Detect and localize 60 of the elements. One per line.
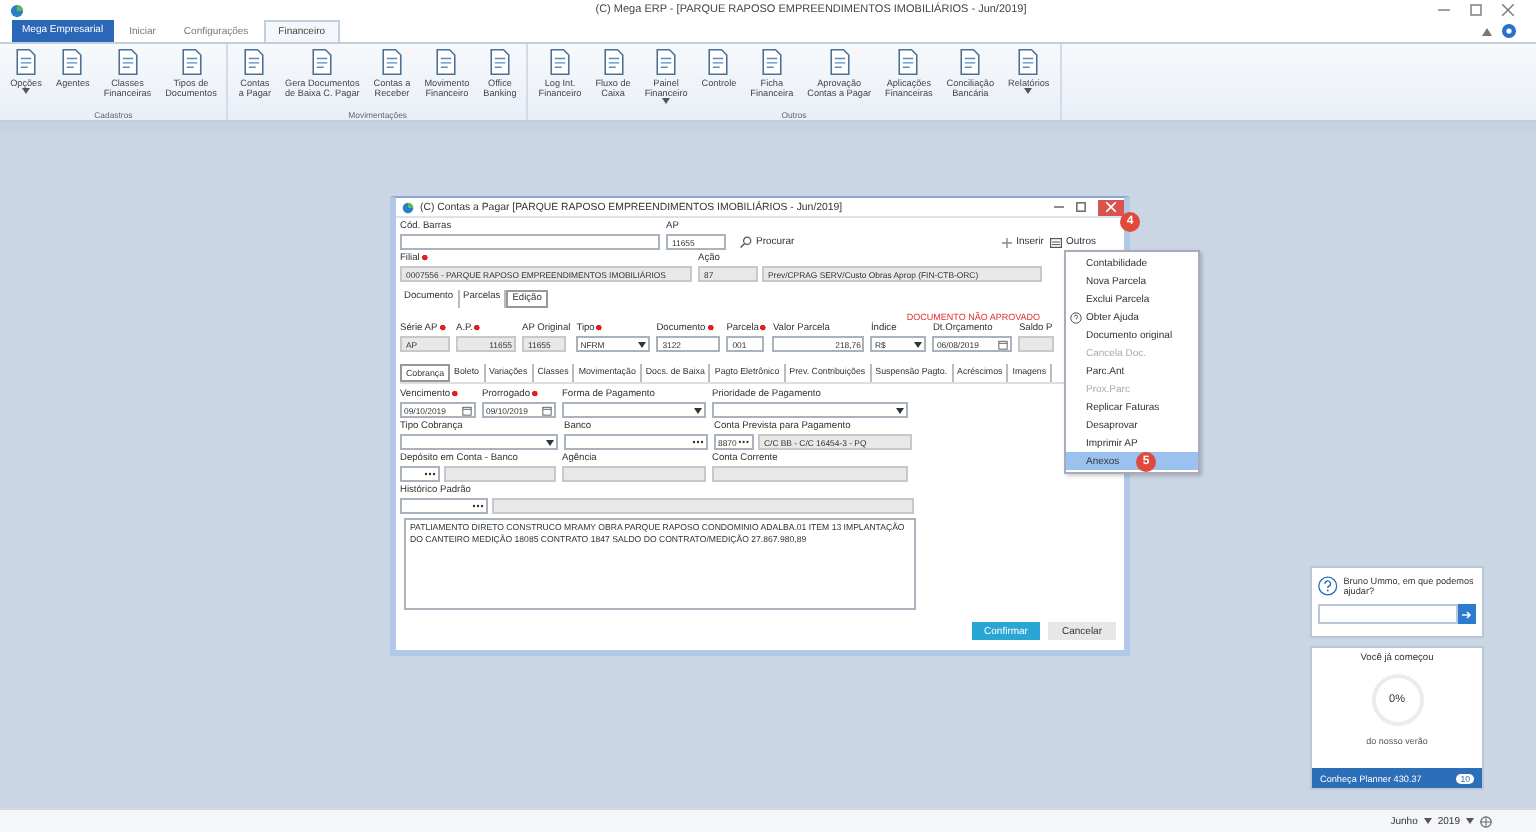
document-icon (432, 48, 461, 76)
dropdown-field[interactable] (562, 402, 706, 418)
logo-icon (10, 3, 24, 17)
text-field[interactable] (492, 498, 914, 514)
lookup-field[interactable] (400, 498, 488, 514)
document-icon (308, 48, 337, 76)
minimize-icon[interactable] (1054, 202, 1064, 212)
globe-icon[interactable] (1480, 815, 1492, 827)
plus-icon (1002, 237, 1013, 247)
send-button[interactable] (1458, 604, 1476, 624)
caret-icon (546, 439, 554, 445)
close-button[interactable] (1098, 199, 1124, 215)
caret-icon (914, 341, 923, 347)
text-field[interactable] (562, 466, 706, 482)
document-icon (599, 48, 628, 76)
calendar-icon (542, 405, 552, 415)
text-field[interactable] (1018, 336, 1055, 352)
text-field[interactable] (712, 466, 908, 482)
document-icon (545, 48, 574, 76)
document-icon (58, 48, 87, 76)
text-field[interactable] (400, 234, 660, 250)
document-icon (704, 48, 733, 76)
document-icon (240, 48, 269, 76)
restore-icon[interactable] (1470, 4, 1482, 16)
document-icon (956, 48, 985, 76)
minimize-icon[interactable] (1438, 4, 1450, 16)
document-icon (894, 48, 923, 76)
document-icon (113, 48, 142, 76)
search-icon (740, 236, 752, 248)
close-icon (1106, 202, 1116, 212)
caret-icon (1466, 818, 1474, 824)
document-icon (177, 48, 205, 76)
caret-icon (896, 407, 904, 413)
logo-icon (402, 201, 414, 213)
restore-icon[interactable] (1076, 202, 1086, 212)
document-icon (652, 48, 681, 76)
calendar-icon (462, 405, 472, 415)
message-field[interactable] (1318, 604, 1458, 624)
document-icon (377, 48, 406, 76)
caret-icon (22, 88, 30, 94)
collapse-icon[interactable] (1482, 27, 1492, 35)
caret-icon (662, 98, 671, 104)
lookup-field[interactable] (400, 466, 440, 482)
dropdown-field[interactable] (712, 402, 908, 418)
document-icon (12, 48, 40, 76)
close-icon[interactable] (1502, 4, 1514, 16)
arrow-icon (1462, 609, 1472, 619)
caret-icon (638, 341, 647, 347)
document-icon (1014, 48, 1043, 76)
document-icon (485, 48, 514, 76)
caret-icon (694, 407, 702, 413)
lookup-field[interactable] (564, 434, 708, 450)
document-icon (825, 48, 854, 76)
caret-icon (1024, 88, 1033, 94)
list-icon (1049, 237, 1062, 247)
text-field[interactable] (444, 466, 556, 482)
caret-icon (1423, 818, 1432, 824)
document-icon (757, 48, 786, 76)
dropdown-field[interactable] (400, 434, 558, 450)
calendar-icon (998, 339, 1009, 349)
